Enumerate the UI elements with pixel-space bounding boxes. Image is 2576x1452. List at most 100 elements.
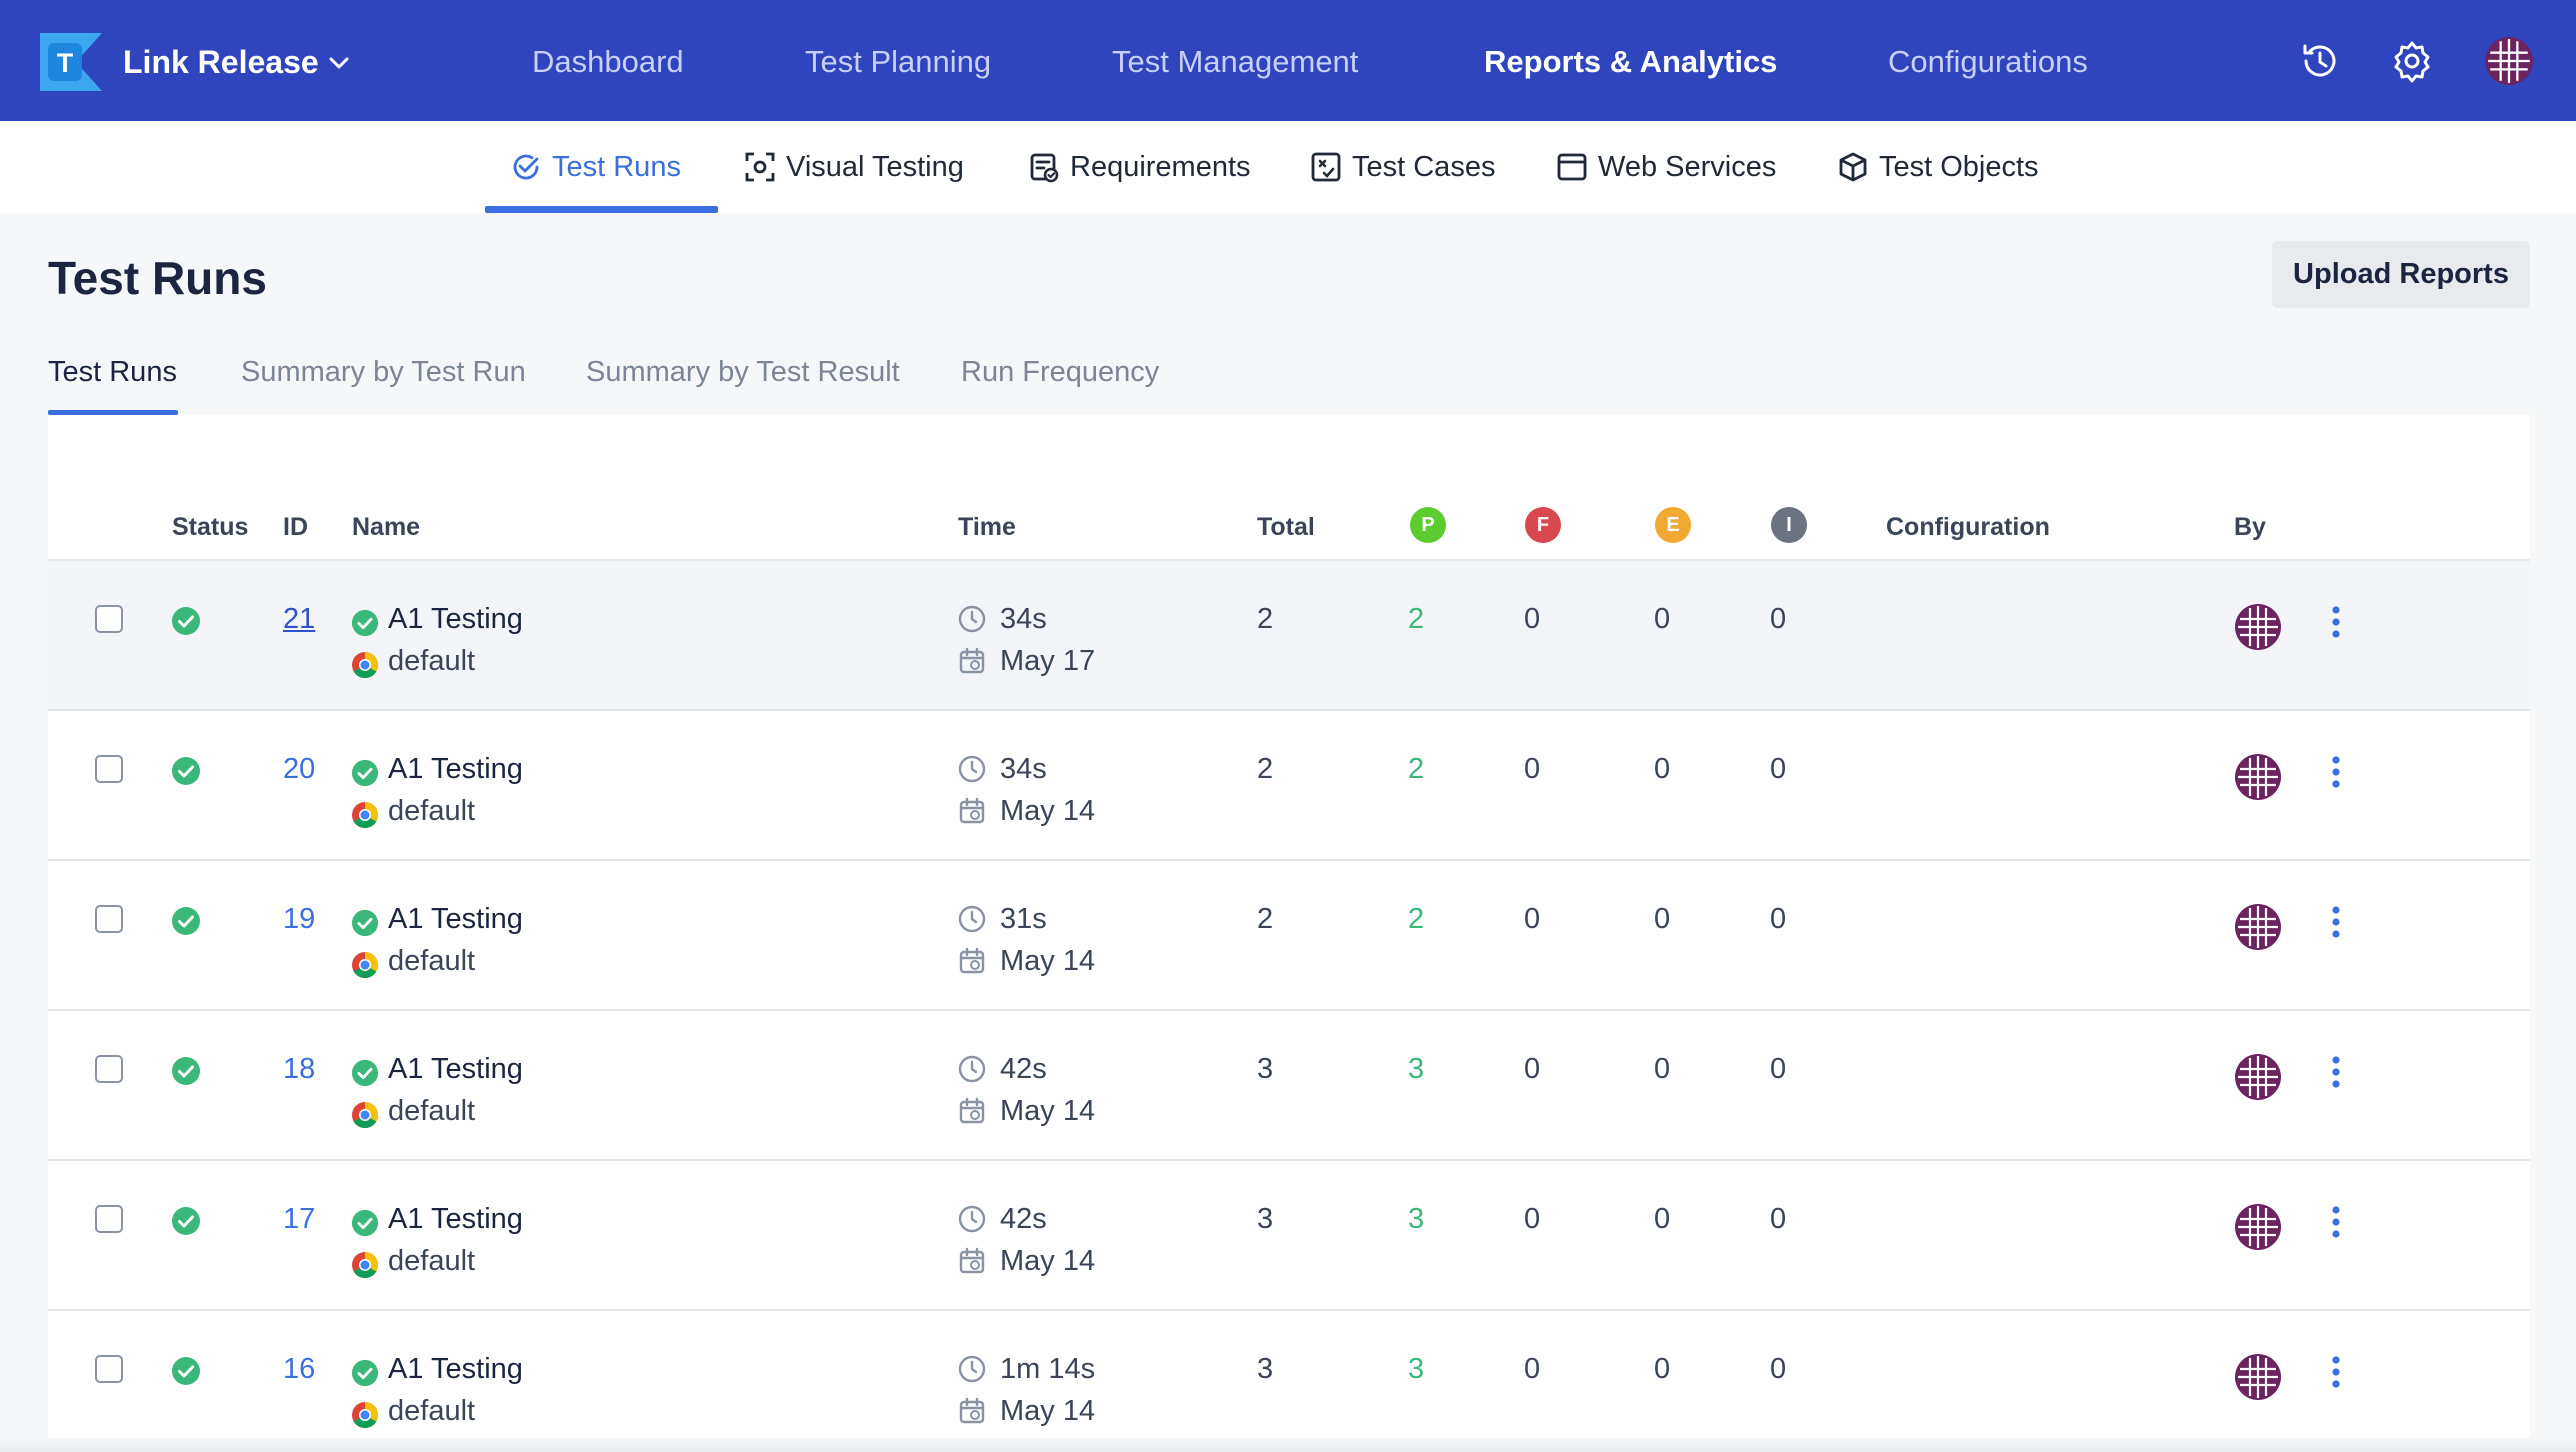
row-checkbox[interactable] [95, 755, 123, 783]
row-checkbox[interactable] [95, 905, 123, 933]
executor-avatar[interactable] [2234, 903, 2282, 951]
col-header-configuration[interactable]: Configuration [1886, 507, 2050, 547]
tab-run-frequency[interactable]: Run Frequency [961, 352, 1159, 392]
subtab-label: Test Cases [1352, 150, 1496, 183]
table-row[interactable]: 21 A1 Testing default 34s May 17 2 2 0 0… [48, 561, 2530, 711]
clock-icon [957, 1354, 987, 1384]
nav-configurations[interactable]: Configurations [1888, 40, 2088, 84]
run-name[interactable]: A1 Testing [388, 1049, 523, 1089]
run-id-link[interactable]: 18 [283, 1049, 315, 1089]
col-header-total[interactable]: Total [1257, 507, 1315, 547]
nav-test-planning[interactable]: Test Planning [805, 40, 991, 84]
more-options-icon[interactable] [2330, 605, 2342, 639]
subtab-visual-testing[interactable]: Visual Testing [744, 145, 964, 189]
subtab-web-services[interactable]: Web Services [1556, 145, 1776, 189]
chrome-browser-icon [351, 1401, 379, 1429]
cube-icon [1839, 152, 1867, 182]
status-passed-icon [171, 1356, 201, 1386]
col-header-id[interactable]: ID [283, 507, 308, 547]
settings-gear-icon[interactable] [2389, 38, 2435, 84]
more-options-icon[interactable] [2330, 1355, 2342, 1389]
error-count: 0 [1654, 753, 1671, 785]
more-options-icon[interactable] [2330, 1055, 2342, 1089]
subtab-test-objects[interactable]: Test Objects [1837, 145, 2039, 189]
katalon-logo-icon[interactable]: T [40, 33, 102, 91]
failed-count: 0 [1524, 753, 1541, 785]
row-checkbox[interactable] [95, 1055, 123, 1083]
nav-reports-analytics[interactable]: Reports & Analytics [1484, 40, 1777, 84]
nav-dashboard[interactable]: Dashboard [532, 40, 684, 84]
col-header-status[interactable]: Status [172, 507, 248, 547]
top-navbar: T Link Release Dashboard Test Planning T… [0, 0, 2576, 121]
executor-avatar[interactable] [2234, 603, 2282, 651]
incomplete-count: 0 [1770, 603, 1787, 635]
total-count: 2 [1257, 903, 1274, 935]
incomplete-count: 0 [1770, 753, 1787, 785]
run-id-link[interactable]: 19 [283, 899, 315, 939]
run-id-link[interactable]: 21 [283, 599, 315, 639]
run-id-link[interactable]: 20 [283, 749, 315, 789]
more-options-icon[interactable] [2330, 905, 2342, 939]
col-header-time[interactable]: Time [958, 507, 1016, 547]
run-profile: default [388, 945, 476, 977]
col-header-name[interactable]: Name [352, 507, 420, 547]
more-options-icon[interactable] [2330, 755, 2342, 789]
table-row[interactable]: 18 A1 Testing default 42s May 14 3 3 0 0… [48, 1011, 2530, 1161]
table-row[interactable]: 17 A1 Testing default 42s May 14 3 3 0 0… [48, 1161, 2530, 1311]
executor-avatar[interactable] [2234, 1203, 2282, 1251]
incomplete-count: 0 [1770, 903, 1787, 935]
run-id-link[interactable]: 17 [283, 1199, 315, 1239]
tab-summary-by-test-result[interactable]: Summary by Test Result [586, 352, 900, 392]
subtab-test-runs[interactable]: Test Runs [510, 145, 681, 189]
failed-count: 0 [1524, 1053, 1541, 1085]
user-avatar[interactable] [2484, 36, 2534, 86]
clock-icon [957, 604, 987, 634]
passed-count: 2 [1408, 753, 1425, 785]
executor-avatar[interactable] [2234, 1353, 2282, 1401]
col-header-failed-badge[interactable]: F [1525, 507, 1561, 543]
chrome-browser-icon [351, 1101, 379, 1129]
table-row[interactable]: 19 A1 Testing default 31s May 14 2 2 0 0… [48, 861, 2530, 1011]
tab-summary-by-test-run[interactable]: Summary by Test Run [241, 352, 526, 392]
page-title: Test Runs [48, 252, 267, 304]
run-name[interactable]: A1 Testing [388, 599, 523, 639]
col-header-passed-badge[interactable]: P [1410, 507, 1446, 543]
run-name[interactable]: A1 Testing [388, 1349, 523, 1389]
calendar-icon [957, 1096, 987, 1126]
run-name[interactable]: A1 Testing [388, 899, 523, 939]
passed-check-icon [351, 1359, 379, 1387]
table-row[interactable]: 16 A1 Testing default 1m 14s May 14 3 3 … [48, 1311, 2530, 1452]
executor-avatar[interactable] [2234, 753, 2282, 801]
row-checkbox[interactable] [95, 1355, 123, 1383]
tab-test-runs[interactable]: Test Runs [48, 352, 177, 392]
chevron-down-icon[interactable] [326, 50, 352, 76]
error-count: 0 [1654, 1053, 1671, 1085]
subtab-test-cases[interactable]: Test Cases [1310, 145, 1495, 189]
requirement-doc-icon [1030, 153, 1059, 183]
upload-reports-button[interactable]: Upload Reports [2272, 241, 2530, 308]
run-id-link[interactable]: 16 [283, 1349, 315, 1389]
chrome-browser-icon [351, 801, 379, 829]
passed-check-icon [351, 1209, 379, 1237]
row-checkbox[interactable] [95, 605, 123, 633]
executor-avatar[interactable] [2234, 1053, 2282, 1101]
col-header-by[interactable]: By [2234, 507, 2266, 547]
run-duration: 34s [1000, 603, 1047, 635]
subtab-requirements[interactable]: Requirements [1028, 145, 1251, 189]
col-header-error-badge[interactable]: E [1655, 507, 1691, 543]
history-icon[interactable] [2297, 38, 2343, 84]
run-date: May 14 [1000, 1245, 1096, 1277]
run-name[interactable]: A1 Testing [388, 1199, 523, 1239]
subtab-label: Visual Testing [786, 150, 964, 183]
run-date: May 14 [1000, 795, 1096, 827]
status-passed-icon [171, 1056, 201, 1086]
project-name[interactable]: Link Release [123, 40, 319, 84]
row-checkbox[interactable] [95, 1205, 123, 1233]
failed-count: 0 [1524, 603, 1541, 635]
col-header-incomplete-badge[interactable]: I [1771, 507, 1807, 543]
table-row[interactable]: 20 A1 Testing default 34s May 14 2 2 0 0… [48, 711, 2530, 861]
status-passed-icon [171, 606, 201, 636]
more-options-icon[interactable] [2330, 1205, 2342, 1239]
run-name[interactable]: A1 Testing [388, 749, 523, 789]
nav-test-management[interactable]: Test Management [1112, 40, 1358, 84]
